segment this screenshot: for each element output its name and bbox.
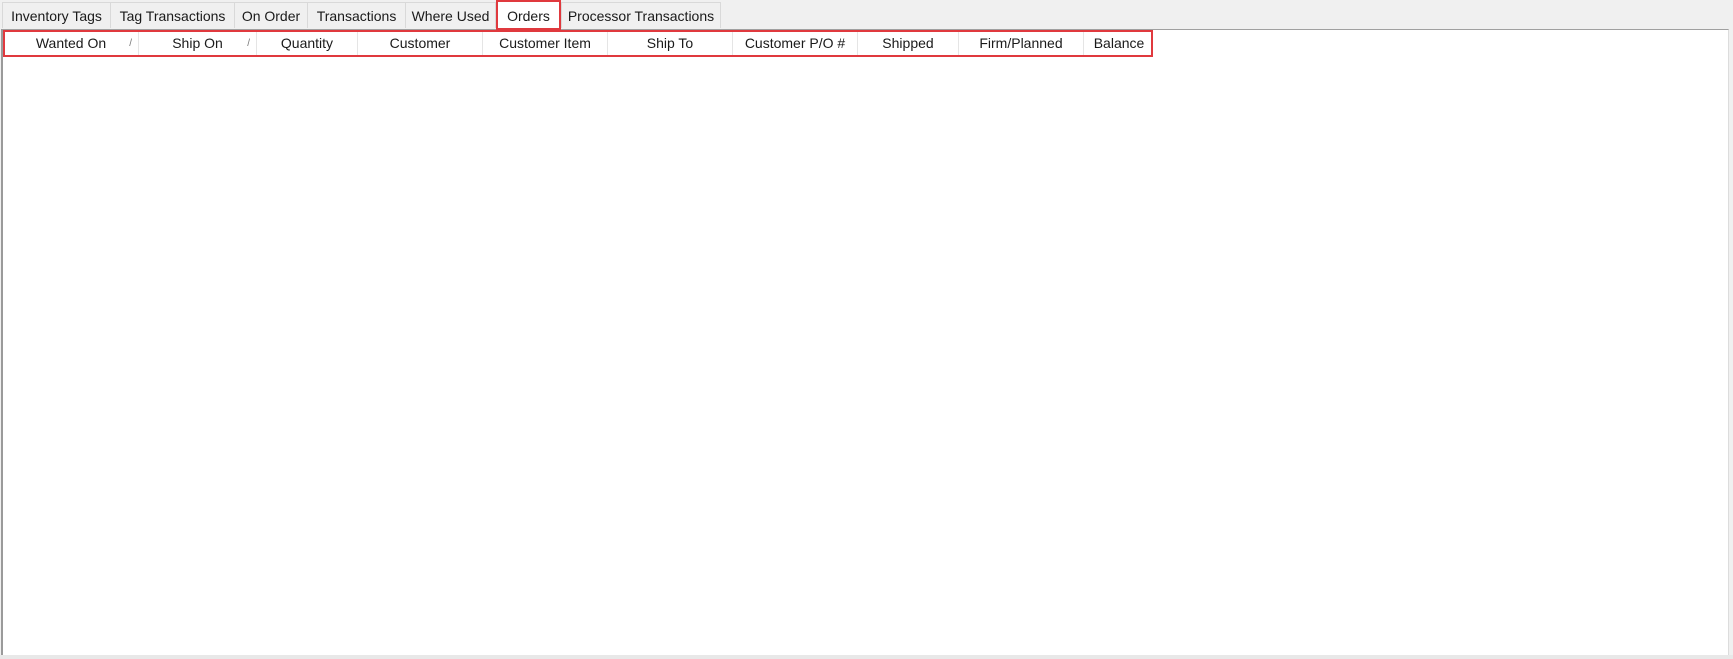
column-header-ship-to[interactable]: Ship To xyxy=(608,31,733,55)
tab-tag-transactions[interactable]: Tag Transactions xyxy=(110,2,235,28)
bottom-edge xyxy=(0,655,1733,659)
column-header-wanted-on[interactable]: Wanted On / xyxy=(4,31,139,55)
tab-strip: Inventory Tags Tag Transactions On Order… xyxy=(0,0,1733,30)
column-header-balance[interactable]: Balance xyxy=(1084,31,1154,55)
grid-column-header: Wanted On / Ship On / Quantity Customer … xyxy=(4,31,1154,55)
column-header-ship-on[interactable]: Ship On / xyxy=(139,31,257,55)
column-header-quantity[interactable]: Quantity xyxy=(257,31,358,55)
column-header-customer-item[interactable]: Customer Item xyxy=(483,31,608,55)
orders-grid-panel xyxy=(1,29,1729,655)
column-label: Ship On xyxy=(172,35,223,51)
column-header-firm-planned[interactable]: Firm/Planned xyxy=(959,31,1084,55)
tab-processor-transactions[interactable]: Processor Transactions xyxy=(561,2,721,28)
column-label: Wanted On xyxy=(35,35,107,51)
tab-on-order[interactable]: On Order xyxy=(234,2,308,28)
tab-orders[interactable]: Orders xyxy=(496,0,561,30)
tab-inventory-tags[interactable]: Inventory Tags xyxy=(2,2,111,28)
sort-indicator-icon: / xyxy=(129,38,132,49)
column-header-customer[interactable]: Customer xyxy=(358,31,483,55)
column-header-customer-po[interactable]: Customer P/O # xyxy=(733,31,858,55)
tab-transactions[interactable]: Transactions xyxy=(307,2,406,28)
column-header-shipped[interactable]: Shipped xyxy=(858,31,959,55)
sort-indicator-icon: / xyxy=(247,38,250,49)
tab-where-used[interactable]: Where Used xyxy=(405,2,496,28)
